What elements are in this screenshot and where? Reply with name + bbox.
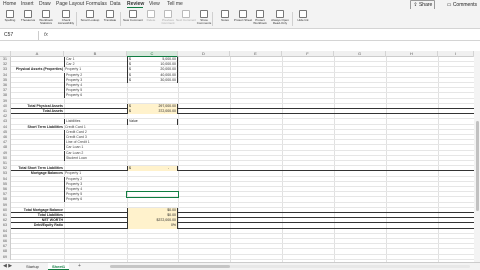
workbook-statistics-button[interactable]: Workbook Statistics	[36, 10, 56, 28]
ribbon: Spelling Thesaurus Workbook Statistics Chec…	[0, 9, 480, 29]
tab-tell-me[interactable]: Tell me	[167, 1, 183, 9]
formula-bar: C57 fx	[0, 30, 480, 41]
tab-formulas[interactable]: Formulas	[86, 1, 107, 9]
protect-sheet-icon	[239, 10, 247, 18]
ribbon-label: Smart Lookup	[80, 18, 100, 22]
show-comments-icon	[200, 10, 208, 18]
previous-comment-button[interactable]: Previous Comment	[158, 10, 178, 28]
ribbon-label: Protect Workbook	[253, 18, 267, 26]
vertical-scroll-thumb[interactable]	[475, 121, 479, 211]
comments-button[interactable]: ▭ Comments	[447, 1, 477, 9]
share-label: Share	[418, 2, 433, 8]
fx-icon[interactable]: fx	[44, 31, 48, 39]
vertical-scrollbar[interactable]	[474, 51, 480, 262]
spelling-button[interactable]: Spelling	[0, 10, 20, 28]
show-comments-button[interactable]: Show Comments	[194, 10, 214, 28]
horizontal-scrollbar[interactable]	[110, 265, 470, 268]
ribbon-label: New Comment	[123, 18, 143, 22]
sheet-nav-arrows[interactable]: ◀ ▶	[3, 263, 12, 270]
protect-workbook-icon	[256, 10, 264, 18]
protect-workbook-button[interactable]: Protect Workbook	[250, 10, 270, 28]
tab-page-layout[interactable]: Page Layout	[56, 1, 84, 9]
translate-button[interactable]: Translate	[100, 10, 120, 28]
row-header[interactable]: 69	[0, 254, 11, 260]
thesaurus-icon	[24, 10, 32, 18]
workbook-statistics-icon	[42, 10, 50, 18]
active-tab-underline	[127, 7, 143, 8]
check-accessibility-icon	[62, 10, 70, 18]
ribbon-label: Next Comment	[176, 18, 197, 22]
hide-ink-icon	[299, 10, 307, 18]
ribbon-label: Show Comments	[196, 18, 212, 26]
tab-data[interactable]: Data	[110, 1, 121, 9]
translate-icon	[106, 10, 114, 18]
spelling-icon	[6, 10, 14, 18]
hide-ink-button[interactable]: Hide Ink	[293, 10, 313, 28]
tab-insert[interactable]: Insert	[21, 1, 34, 9]
ribbon-label: Translate	[103, 18, 117, 22]
ribbon-label: Check Accessibility	[57, 18, 75, 26]
horizontal-scroll-thumb[interactable]	[110, 265, 230, 268]
ribbon-label: Thesaurus	[20, 18, 36, 22]
smart-lookup-button[interactable]: Smart Lookup	[80, 10, 100, 28]
menu-tabs: ⇪ Share ▭ Comments Home Insert Draw Page La…	[0, 0, 480, 10]
ribbon-label: Previous Comment	[161, 18, 175, 26]
cell-c[interactable]	[127, 255, 178, 260]
ribbon-label: Workbook Statistics	[39, 18, 53, 26]
notes-icon	[221, 10, 229, 18]
ribbon-label: Spelling	[4, 18, 16, 22]
new-comment-icon	[129, 10, 137, 18]
ribbon-separator	[120, 12, 121, 26]
ribbon-separator	[212, 12, 213, 26]
always-open-read-only-icon	[276, 10, 284, 18]
notes-button[interactable]: Notes	[215, 10, 235, 28]
check-accessibility-button[interactable]: Check Accessibility	[56, 10, 76, 28]
previous-comment-icon	[164, 10, 172, 18]
new-comment-button[interactable]: New Comment	[123, 10, 143, 28]
ribbon-label: Notes	[221, 18, 229, 22]
table-row: 69	[0, 254, 474, 260]
ribbon-separator	[292, 12, 293, 26]
tab-home[interactable]: Home	[3, 1, 16, 9]
sheet-tab-startup[interactable]: Startup	[22, 263, 43, 270]
ribbon-separator	[76, 12, 77, 26]
ribbon-label: Hide Ink	[297, 18, 309, 22]
tab-draw[interactable]: Draw	[39, 1, 51, 9]
formula-divider	[38, 31, 39, 40]
always-open-read-only-button[interactable]: Always Open Read-Only	[270, 10, 290, 28]
thesaurus-button[interactable]: Thesaurus	[18, 10, 38, 28]
ribbon-label: Always Open Read-Only	[271, 18, 289, 26]
sheet-tab-bar: ◀ ▶ Startup Sheet1 +	[0, 262, 480, 270]
sheet-tab-sheet1[interactable]: Sheet1	[48, 263, 70, 270]
add-sheet-button[interactable]: +	[78, 263, 81, 270]
next-comment-icon	[182, 10, 190, 18]
comments-label: Comments	[452, 2, 477, 8]
smart-lookup-icon	[86, 10, 94, 18]
delete-icon	[147, 10, 155, 18]
tab-view[interactable]: View	[149, 1, 160, 9]
next-comment-button[interactable]: Next Comment	[176, 10, 196, 28]
name-box[interactable]: C57	[2, 32, 30, 39]
spreadsheet-grid[interactable]: 31 Car 1 $5,000.00 32 Car 2 $10,000.00 33 Physi…	[0, 57, 474, 262]
ribbon-label: Delete	[146, 18, 156, 22]
